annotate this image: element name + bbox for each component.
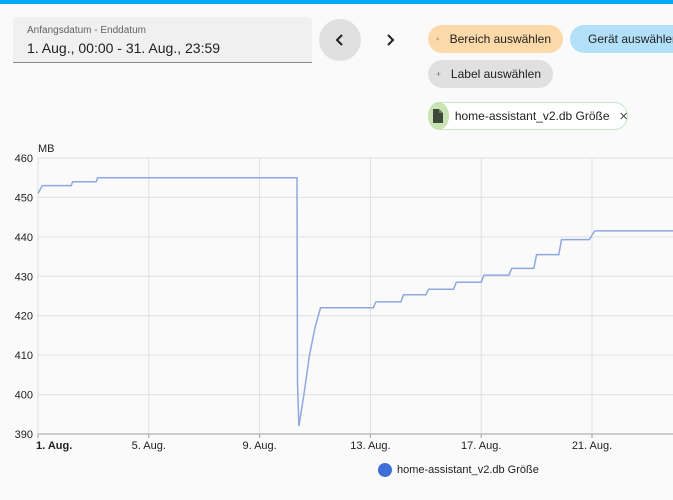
history-chart: 390 400 410 420 430 440 450 460 1. Aug. 5. Aug. 9…	[15, 143, 673, 452]
select-label-chip[interactable]: Label auswählen	[428, 60, 553, 88]
x-tick-label: 17. Aug.	[461, 440, 501, 452]
x-tick-label: 1. Aug.	[36, 440, 72, 452]
date-range-picker[interactable]: Anfangsdatum - Enddatum 1. Aug., 00:00 -…	[13, 17, 312, 63]
previous-period-button[interactable]	[319, 19, 361, 61]
chart-legend[interactable]: home-assistant_v2.db Größe	[378, 463, 539, 477]
select-area-label: Bereich auswählen	[449, 32, 551, 46]
select-device-chip[interactable]: Gerät auswählen	[570, 25, 673, 53]
x-axis: 1. Aug. 5. Aug. 9. Aug. 13. Aug. 17. Aug. 21.…	[36, 434, 612, 452]
plus-icon	[436, 71, 441, 77]
chart-grid	[37, 157, 673, 435]
x-tick-label: 13. Aug.	[350, 440, 390, 452]
y-tick-label: 400	[15, 390, 33, 402]
select-area-chip[interactable]: Bereich auswählen	[428, 25, 563, 53]
entity-icon-badge	[428, 102, 449, 130]
next-period-button[interactable]	[369, 19, 411, 61]
file-document-icon	[433, 109, 444, 123]
date-range-label: Anfangsdatum - Enddatum	[27, 25, 146, 36]
y-tick-label: 410	[15, 350, 33, 362]
date-range-value: 1. Aug., 00:00 - 31. Aug., 23:59	[27, 40, 221, 56]
close-icon[interactable]	[619, 111, 627, 121]
selected-entity-label: home-assistant_v2.db Größe	[454, 109, 610, 123]
selected-entity-chip[interactable]: home-assistant_v2.db Größe	[428, 102, 628, 130]
x-tick-label: 9. Aug.	[242, 440, 276, 452]
legend-color-dot	[378, 463, 392, 477]
y-axis: 390 400 410 420 430 440 450 460	[15, 153, 33, 441]
top-accent-bar	[0, 0, 673, 4]
select-label-label: Label auswählen	[450, 67, 541, 81]
y-tick-label: 420	[15, 311, 33, 323]
y-axis-unit-label: MB	[38, 143, 55, 155]
y-tick-label: 450	[15, 192, 33, 204]
x-tick-label: 5. Aug.	[132, 440, 166, 452]
select-device-label: Gerät auswählen	[588, 32, 673, 46]
y-tick-label: 460	[15, 153, 33, 165]
series-line[interactable]	[37, 176, 673, 427]
legend-label: home-assistant_v2.db Größe	[397, 464, 539, 476]
chevron-right-icon	[387, 34, 395, 46]
chevron-left-icon	[335, 34, 343, 46]
y-tick-label: 390	[15, 429, 33, 441]
plus-icon	[436, 37, 440, 41]
y-tick-label: 440	[15, 232, 33, 244]
x-tick-label: 21. Aug.	[572, 440, 612, 452]
y-tick-label: 430	[15, 271, 33, 283]
